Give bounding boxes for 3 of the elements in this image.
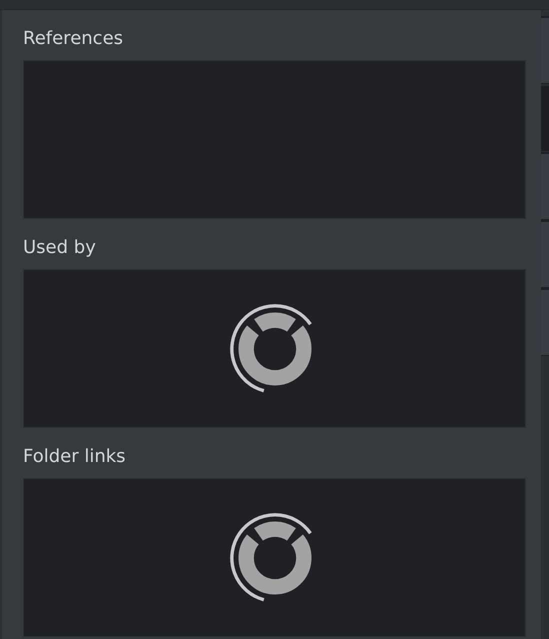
section-label: Used by bbox=[23, 237, 96, 259]
section-label: Folder links bbox=[23, 446, 126, 468]
section-label: References bbox=[23, 28, 124, 50]
